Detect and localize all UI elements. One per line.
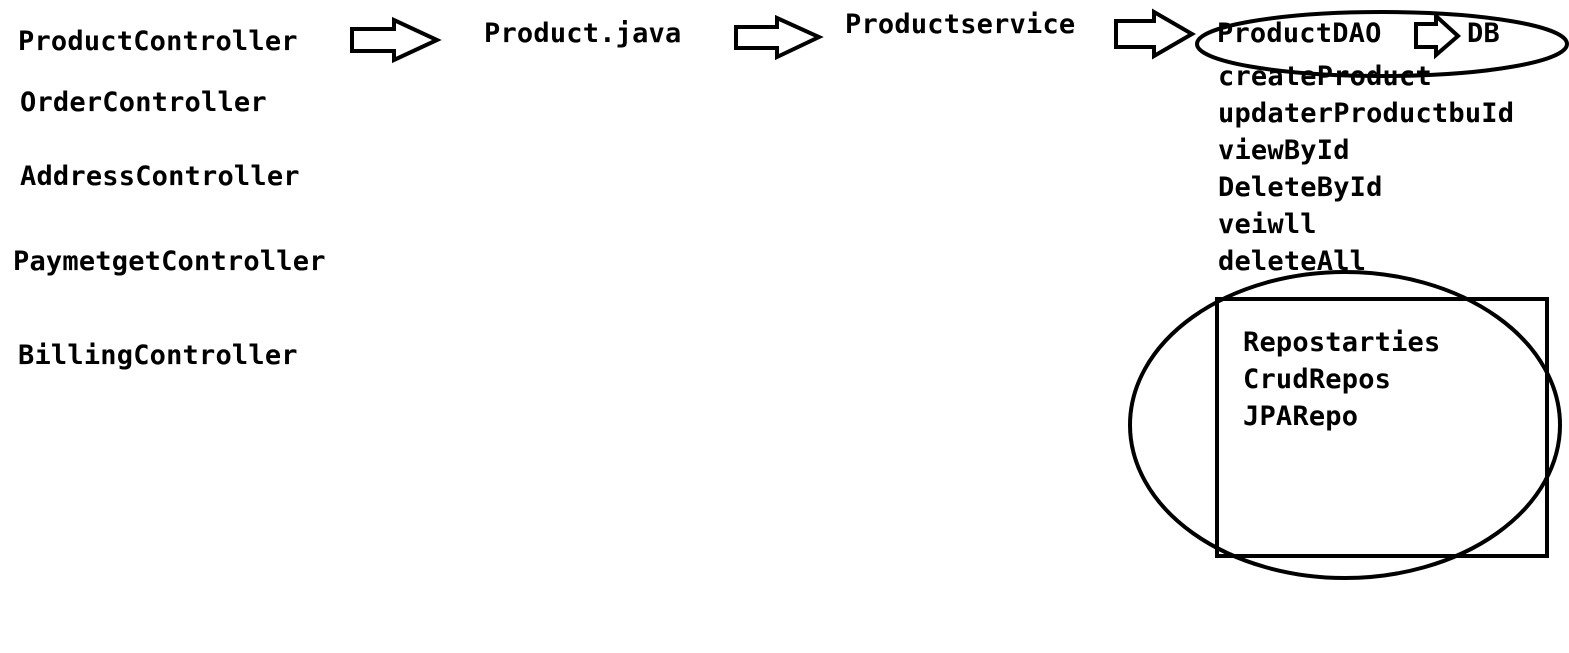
arrow-controller-to-model [350,16,442,64]
arrow-model-to-service [734,14,824,61]
dao-label: ProductDAO [1217,18,1382,49]
repository-label-crud: CrudRepos [1243,364,1392,395]
arrow-service-to-dao [1114,8,1196,60]
dao-method-delete-by-id: DeleteById [1218,172,1383,203]
dao-method-update: updaterProductbuId [1218,98,1515,129]
dao-method-view-all: veiwll [1218,209,1317,240]
controller-label-billing: BillingController [18,340,298,371]
repository-label-repositories: Repostarties [1243,327,1441,358]
arrow-dao-to-db [1414,11,1462,60]
repository-label-jpa: JPARepo [1243,401,1359,432]
dao-method-view-by-id: viewById [1218,135,1350,166]
controller-label-payment: PaymetgetController [13,246,326,277]
dao-method-delete-all: deleteAll [1218,246,1367,277]
dao-method-create: createProduct [1218,61,1432,92]
controller-label-product: ProductController [18,26,298,57]
controller-label-address: AddressController [20,161,300,192]
service-label: Productservice [845,9,1076,40]
db-label: DB [1467,18,1500,49]
model-label: Product.java [484,18,682,49]
controller-label-order: OrderController [20,87,267,118]
